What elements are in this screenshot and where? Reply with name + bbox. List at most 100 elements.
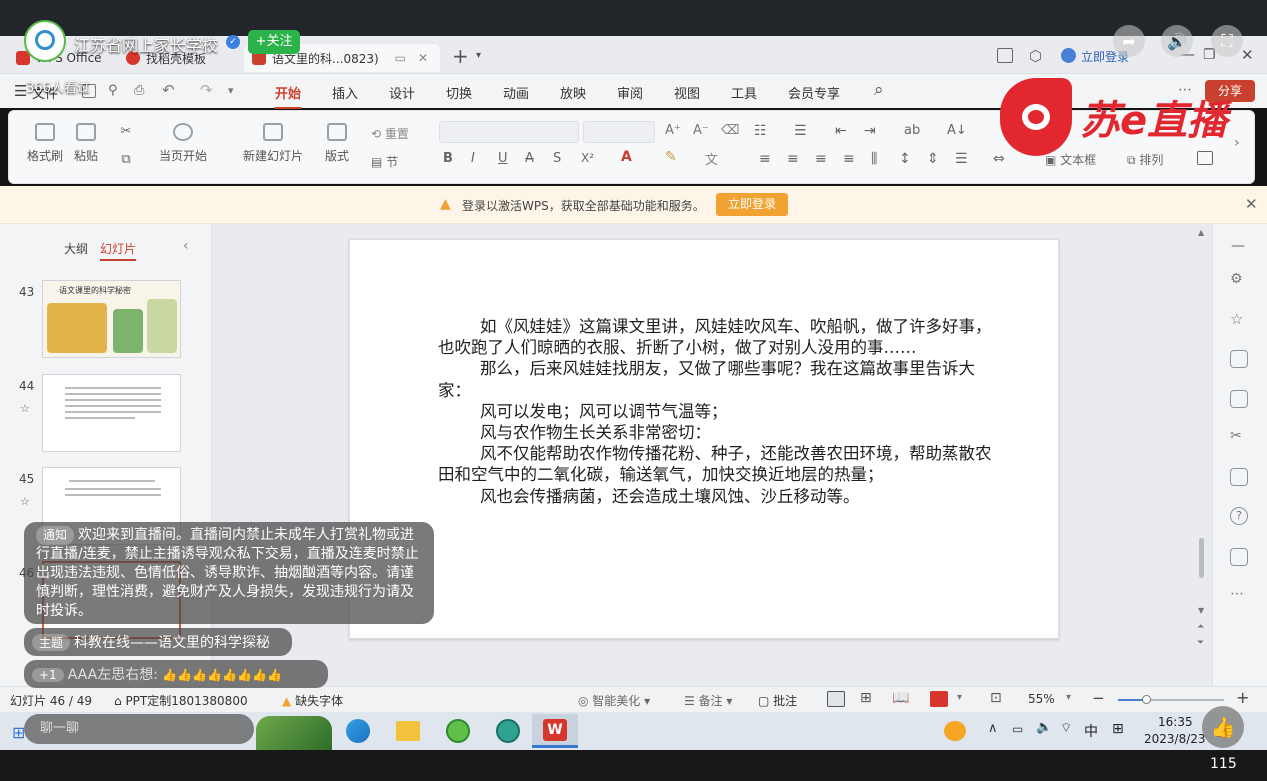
- help-icon[interactable]: ?: [1230, 507, 1248, 525]
- collapse-pane-icon[interactable]: ‹: [183, 238, 189, 254]
- wifi-icon[interactable]: ⌔: [1060, 720, 1072, 736]
- close-window-icon[interactable]: ✕: [1241, 46, 1254, 64]
- next-slide-icon[interactable]: ⏷: [1197, 638, 1204, 648]
- menu-view[interactable]: 视图: [674, 83, 700, 102]
- menu-review[interactable]: 审阅: [617, 83, 643, 102]
- fit-window-icon[interactable]: ⊡: [990, 690, 1002, 706]
- indent-icon[interactable]: ⇥: [864, 123, 876, 139]
- section-button[interactable]: ▤ 节: [371, 153, 398, 170]
- shadow-icon[interactable]: S: [553, 151, 561, 166]
- spacing-options-icon[interactable]: ☰: [955, 151, 968, 167]
- ppt-custom-link[interactable]: ⌂ PPT定制1801380800: [114, 692, 248, 709]
- battery-icon[interactable]: ▭: [1012, 722, 1023, 736]
- sort-icon[interactable]: A↓: [947, 123, 967, 138]
- menu-design[interactable]: 设计: [389, 83, 415, 102]
- zoom-out-icon[interactable]: −: [1092, 689, 1105, 707]
- chevron-down-icon[interactable]: ▾: [476, 50, 481, 61]
- decrease-font-icon[interactable]: A⁻: [693, 123, 709, 138]
- vertical-scrollbar[interactable]: ▲ ▼ ⏶ ⏷: [1196, 228, 1206, 682]
- star-icon[interactable]: ☆: [20, 495, 30, 508]
- char-spacing-icon[interactable]: ab: [904, 123, 920, 138]
- assistant-icon[interactable]: [1230, 548, 1248, 566]
- current-slide[interactable]: 如《风娃娃》这篇课文里讲，风娃娃吹风车、吹船帆，做了许多好事，也吹跑了人们晾晒的…: [349, 239, 1059, 639]
- more-options-icon[interactable]: ⋯: [1230, 586, 1244, 602]
- italic-icon[interactable]: I: [471, 151, 475, 166]
- superscript-icon[interactable]: X²: [581, 151, 594, 165]
- channel-avatar[interactable]: [24, 20, 66, 62]
- adjust-icon[interactable]: ⚙: [1230, 271, 1243, 287]
- close-notice-icon[interactable]: ✕: [1245, 195, 1258, 213]
- share-stream-icon[interactable]: ➦: [1113, 25, 1145, 57]
- zoom-chevron-icon[interactable]: ▾: [1066, 692, 1071, 703]
- transition-icon[interactable]: [1230, 390, 1248, 408]
- undo-icon[interactable]: ↶: [162, 81, 175, 99]
- align-left-icon[interactable]: ≡: [759, 151, 771, 167]
- tab-outline[interactable]: 大纲: [64, 240, 88, 257]
- font-size-select[interactable]: [583, 121, 655, 143]
- slide-thumbnail[interactable]: 语文课里的科学秘密: [42, 280, 181, 358]
- bold-icon[interactable]: B: [443, 151, 453, 166]
- slide-thumbnail[interactable]: [42, 374, 181, 452]
- copy-icon[interactable]: ⧉: [119, 153, 133, 167]
- align-center-icon[interactable]: ≡: [787, 151, 799, 167]
- tab-slides[interactable]: 幻灯片: [100, 240, 137, 261]
- paste-button[interactable]: 粘贴: [74, 123, 98, 164]
- app-icon[interactable]: [496, 719, 520, 743]
- scroll-up-icon[interactable]: ▲: [1198, 228, 1204, 237]
- fullscreen-icon[interactable]: ⛶: [1211, 25, 1243, 57]
- file-explorer-icon[interactable]: [396, 721, 420, 741]
- tools-icon[interactable]: ✂: [1230, 428, 1242, 444]
- font-color-icon[interactable]: A: [621, 149, 632, 165]
- like-button[interactable]: 👍: [1202, 706, 1244, 748]
- star-icon[interactable]: ☆: [1230, 310, 1243, 328]
- clock-date[interactable]: 2023/8/23: [1144, 732, 1206, 746]
- normal-view-icon[interactable]: [827, 691, 845, 707]
- bullet-list-icon[interactable]: ☷: [754, 123, 767, 139]
- highlight-icon[interactable]: ✎: [665, 149, 677, 165]
- comment-button[interactable]: ▢ 批注: [758, 692, 797, 709]
- star-icon[interactable]: ☆: [20, 402, 30, 415]
- slideshow-chevron-icon[interactable]: ▾: [957, 692, 962, 703]
- new-tab-icon[interactable]: +: [452, 44, 469, 68]
- book-icon[interactable]: [1230, 468, 1248, 486]
- reset-button[interactable]: ⟲ 重置: [371, 125, 409, 142]
- slideshow-icon[interactable]: [930, 691, 948, 707]
- weather-icon[interactable]: [944, 721, 966, 741]
- cut-icon[interactable]: ✂: [119, 125, 133, 139]
- strikethrough-icon[interactable]: A: [525, 151, 534, 166]
- scrollbar-thumb[interactable]: [1199, 538, 1204, 578]
- justify-icon[interactable]: ≡: [843, 151, 855, 167]
- sorter-view-icon[interactable]: ⊞: [860, 690, 872, 706]
- search-icon[interactable]: ⌕: [874, 80, 884, 100]
- redo-icon[interactable]: ↷: [200, 81, 213, 99]
- menu-transition[interactable]: 切换: [446, 83, 472, 102]
- cube-icon[interactable]: ⬡: [1029, 47, 1042, 65]
- smart-beautify-button[interactable]: ◎ 智能美化 ▾: [578, 692, 650, 709]
- quick-access-chevron-icon[interactable]: ▾: [228, 84, 234, 97]
- follow-button[interactable]: +关注: [248, 30, 300, 54]
- volume-icon[interactable]: 🔈: [1036, 720, 1052, 735]
- align-right-icon[interactable]: ≡: [815, 151, 827, 167]
- play-current-button[interactable]: 当页开始: [159, 123, 207, 164]
- layout-icon[interactable]: [997, 48, 1013, 63]
- increase-font-icon[interactable]: A⁺: [665, 123, 681, 138]
- outdent-icon[interactable]: ⇤: [835, 123, 847, 139]
- widget-leaf-icon[interactable]: [256, 716, 332, 750]
- wps-taskbar-button[interactable]: W: [532, 714, 578, 748]
- menu-vip[interactable]: 会员专享: [788, 83, 840, 102]
- link-icon[interactable]: ⚲: [108, 83, 118, 98]
- columns-icon[interactable]: ⫼: [871, 151, 877, 167]
- scroll-down-icon[interactable]: ▼: [1198, 606, 1204, 615]
- menu-tools[interactable]: 工具: [731, 83, 757, 102]
- zoom-slider[interactable]: [1118, 695, 1224, 704]
- zoom-in-icon[interactable]: +: [1236, 688, 1249, 707]
- menu-animation[interactable]: 动画: [503, 83, 529, 102]
- underline-icon[interactable]: U: [498, 151, 508, 166]
- notice-login-button[interactable]: 立即登录: [716, 193, 788, 216]
- notes-button[interactable]: ☰ 备注 ▾: [684, 692, 732, 709]
- tray-expand-icon[interactable]: ∧: [988, 721, 998, 736]
- menu-insert[interactable]: 插入: [332, 83, 358, 102]
- layout-button[interactable]: 版式: [325, 123, 349, 164]
- clock-time[interactable]: 16:35: [1158, 715, 1193, 729]
- font-family-select[interactable]: [439, 121, 579, 143]
